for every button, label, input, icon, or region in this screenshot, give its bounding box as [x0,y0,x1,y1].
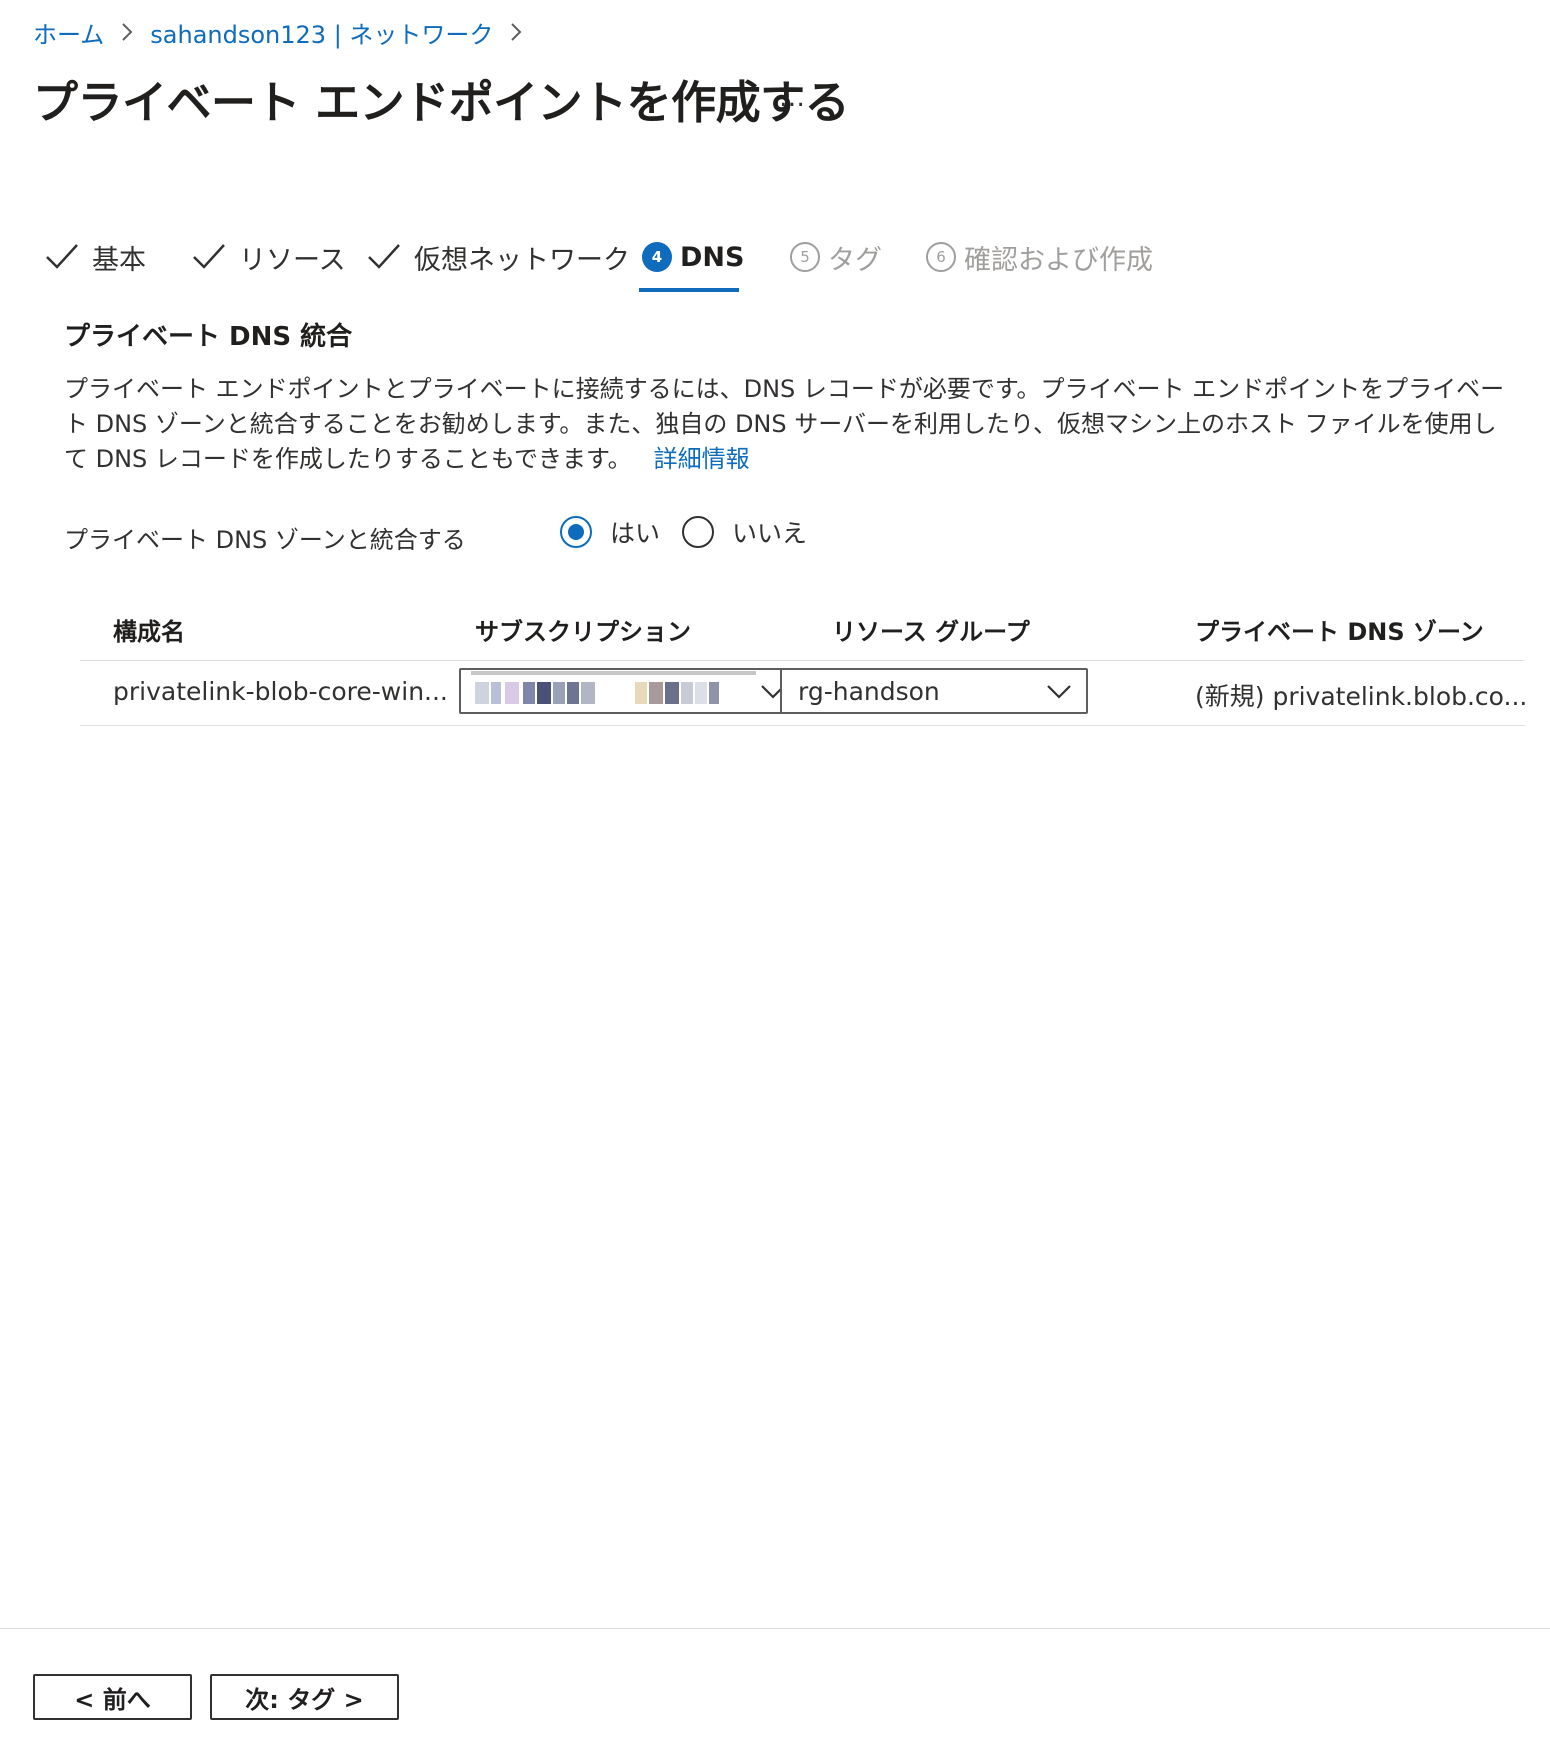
radio-label: はい [610,519,661,548]
integrate-dns-radio-group: はい いいえ [560,510,829,554]
column-header: リソース グループ [832,618,1030,646]
more-options-button[interactable]: … [772,78,812,118]
wizard-steps: 基本 リソース 仮想ネットワーク 4 DNS 5 タグ 6 確認および作成 [44,225,1244,295]
table-row: privatelink-blob-core-win... rg-handson … [80,661,1528,726]
resource-group-dropdown[interactable]: rg-handson [780,668,1088,714]
chevron-down-icon [1042,674,1076,708]
subscription-dropdown[interactable] [459,668,802,714]
learn-more-link[interactable]: 詳細情報 [654,445,750,473]
checkmark-icon [191,239,231,275]
chevron-right-icon [120,21,134,43]
checkmark-icon [44,239,84,275]
footer-divider [0,1628,1550,1629]
next-tags-button[interactable]: 次: タグ > [210,1674,399,1720]
tab-basics[interactable]: 基本 [44,237,146,277]
tab-label: タグ [828,244,882,276]
radio-label: いいえ [732,519,808,548]
step-number-badge: 4 [642,242,672,272]
tab-tags[interactable]: 5 タグ [790,237,882,277]
integrate-dns-label: プライベート DNS ゾーンと統合する [64,526,466,554]
section-description: プライベート エンドポイントとプライベートに接続するには、DNS レコードが必要… [64,372,1514,477]
section-title: プライベート DNS 統合 [64,322,353,352]
active-tab-indicator [639,288,739,292]
page-title: プライベート エンドポイントを作成する [33,76,850,129]
column-header: 構成名 [113,618,185,646]
tab-dns[interactable]: 4 DNS [642,237,744,277]
radio-no[interactable]: いいえ [682,514,807,550]
checkmark-icon [366,239,406,275]
step-number-badge: 5 [790,242,820,272]
resource-group-value: rg-handson [798,676,940,706]
tab-label: 仮想ネットワーク [414,244,630,276]
column-header: プライベート DNS ゾーン [1195,618,1484,646]
radio-selected-icon [560,516,592,548]
tab-resource[interactable]: リソース [191,237,346,277]
breadcrumb-home-link[interactable]: ホーム [33,15,104,50]
dns-zone-cell: (新規) privatelink.blob.co... [1195,682,1528,711]
step-number-badge: 6 [926,242,956,272]
tab-label: DNS [680,241,745,273]
breadcrumb: ホーム sahandson123 | ネットワーク [33,12,539,52]
description-text: プライベート エンドポイントとプライベートに接続するには、DNS レコードが必要… [64,375,1505,473]
breadcrumb-parent-link[interactable]: sahandson123 | ネットワーク [150,15,493,50]
config-name-cell: privatelink-blob-core-win... [113,677,448,706]
previous-button[interactable]: < 前へ [33,1674,192,1720]
tab-virtual-network[interactable]: 仮想ネットワーク [366,237,630,277]
chevron-right-icon [509,21,523,43]
column-header: サブスクリプション [475,618,691,646]
redacted-value [461,670,756,712]
table-header: 構成名 サブスクリプション リソース グループ プライベート DNS ゾーン [80,600,1525,661]
tab-label: 基本 [92,244,146,276]
dns-config-table: 構成名 サブスクリプション リソース グループ プライベート DNS ゾーン p… [80,600,1528,726]
tab-label: 確認および作成 [964,244,1153,276]
tab-label: リソース [239,244,346,276]
radio-yes[interactable]: はい [560,514,660,550]
tab-review-create[interactable]: 6 確認および作成 [926,237,1153,277]
radio-unselected-icon [682,516,715,548]
